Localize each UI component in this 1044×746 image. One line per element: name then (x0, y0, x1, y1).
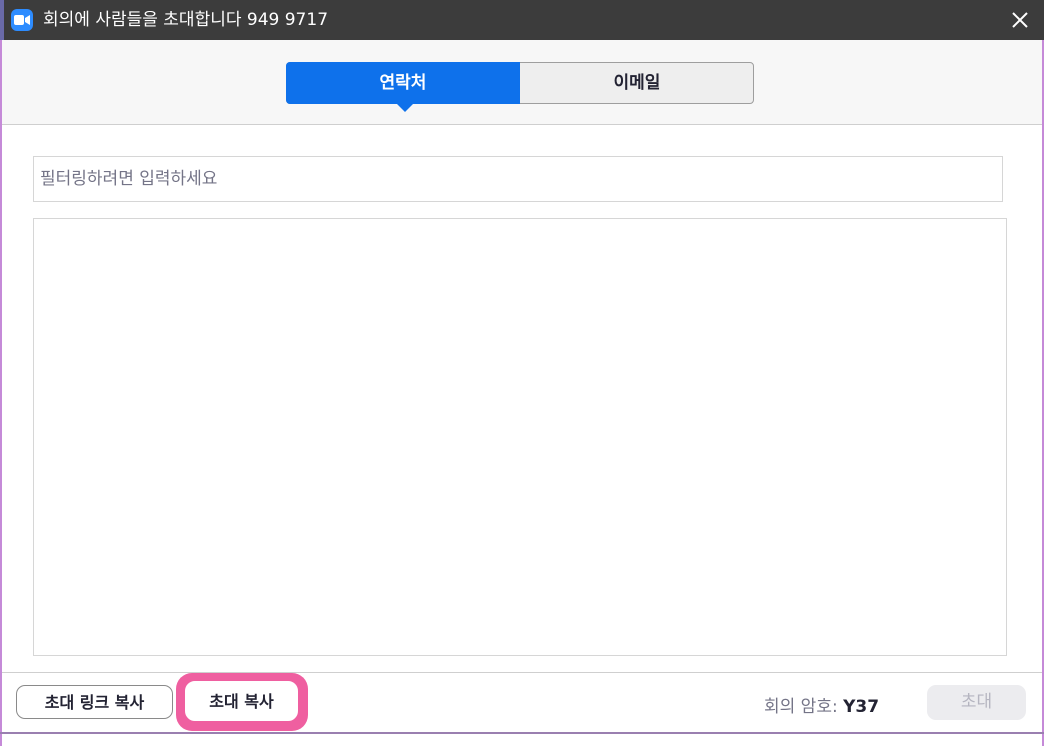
footer-divider (2, 672, 1042, 673)
passcode-value: Y37 (843, 697, 880, 717)
contact-list[interactable] (33, 218, 1007, 656)
tab-contacts[interactable]: 연락처 (286, 62, 520, 104)
zoom-camera-icon (11, 9, 33, 31)
window-title: 회의에 사람들을 초대합니다 949 9717 (43, 10, 329, 30)
invite-button[interactable]: 초대 (927, 685, 1026, 720)
title-bar-accent (0, 0, 4, 40)
close-button[interactable] (1004, 4, 1036, 36)
tab-email[interactable]: 이메일 (521, 63, 753, 103)
window-border-bottom (0, 732, 1044, 734)
passcode-label: 회의 암호: (764, 697, 838, 717)
tab-switcher: 연락처 이메일 (286, 62, 754, 112)
filter-input[interactable] (33, 156, 1003, 202)
copy-invitation-button[interactable]: 초대 복사 (185, 681, 298, 721)
window-border-left (0, 40, 2, 746)
copy-invite-link-button[interactable]: 초대 링크 복사 (16, 685, 173, 719)
invite-dialog: 회의에 사람들을 초대합니다 949 9717 연락처 이메일 초대 링크 복사… (0, 0, 1044, 746)
close-icon (1012, 12, 1028, 28)
meeting-passcode: 회의 암호: Y37 (764, 692, 879, 717)
selected-tab-pointer (397, 104, 413, 112)
title-bar: 회의에 사람들을 초대합니다 949 9717 (0, 0, 1044, 40)
